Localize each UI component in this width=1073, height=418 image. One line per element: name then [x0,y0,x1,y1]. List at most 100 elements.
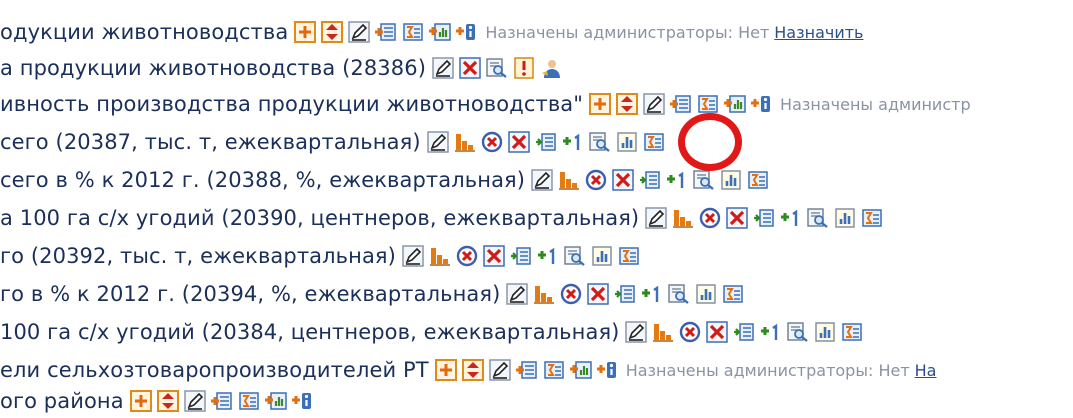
cancel-circle-icon[interactable] [456,245,478,267]
bar-stats-icon[interactable] [652,321,674,343]
delete-icon[interactable] [726,207,748,229]
assign-link[interactable]: На [915,361,937,380]
row-label[interactable]: ого района [0,389,124,413]
row-label[interactable]: сего в % к 2012 г. (20388, %, ежеквартал… [0,168,525,192]
chart-icon[interactable] [720,169,742,191]
add-chart-icon[interactable] [429,21,451,43]
cancel-circle-icon[interactable] [481,131,503,153]
sum-list-icon[interactable] [643,131,665,153]
add-list-icon[interactable] [516,359,538,381]
cancel-circle-icon[interactable] [585,169,607,191]
add-info-icon[interactable] [751,93,773,115]
row-label[interactable]: ели сельхозтоваропроизводителей РТ [0,358,429,382]
add-one-icon[interactable] [666,169,688,191]
assign-link[interactable]: Назначить [774,23,863,42]
edit-pencil-icon[interactable] [402,245,424,267]
add-plus-icon[interactable] [130,390,152,412]
indent-list-icon[interactable] [510,245,532,267]
add-one-icon[interactable] [562,131,584,153]
add-chart-icon[interactable] [570,359,592,381]
edit-pencil-icon[interactable] [645,207,667,229]
edit-pencil-icon[interactable] [531,169,553,191]
view-magnifier-icon[interactable] [486,57,508,79]
add-plus-icon[interactable] [589,93,611,115]
row-label[interactable]: 100 га с/х угодий (20384, центнеров, еже… [0,320,619,344]
move-up-down-icon[interactable] [321,21,343,43]
edit-pencil-icon[interactable] [432,57,454,79]
delete-icon[interactable] [706,321,728,343]
sum-list-icon[interactable] [618,245,640,267]
row-label[interactable]: а продукции животноводства (28386) [0,56,426,80]
warning-icon[interactable] [513,57,535,79]
sum-list-icon[interactable] [747,169,769,191]
sum-list-icon[interactable] [402,21,424,43]
indent-list-icon[interactable] [614,283,636,305]
cancel-circle-icon[interactable] [679,321,701,343]
edit-pencil-icon[interactable] [348,21,370,43]
add-list-icon[interactable] [211,390,233,412]
add-one-icon[interactable] [780,207,802,229]
add-info-icon[interactable] [456,21,478,43]
delete-icon[interactable] [483,245,505,267]
edit-pencil-icon[interactable] [643,93,665,115]
chart-icon[interactable] [834,207,856,229]
move-up-down-icon[interactable] [462,359,484,381]
indent-list-icon[interactable] [639,169,661,191]
view-magnifier-icon[interactable] [668,283,690,305]
indent-list-icon[interactable] [733,321,755,343]
bar-stats-icon[interactable] [533,283,555,305]
bar-stats-icon[interactable] [558,169,580,191]
view-magnifier-icon[interactable] [787,321,809,343]
row-label[interactable]: а 100 га с/х угодий (20390, центнеров, е… [0,206,639,230]
edit-pencil-icon[interactable] [625,321,647,343]
sum-list-icon[interactable] [722,283,744,305]
add-plus-icon[interactable] [435,359,457,381]
delete-icon[interactable] [459,57,481,79]
row-label[interactable]: го в % к 2012 г. (20394, %, ежеквартальн… [0,282,500,306]
sum-list-icon[interactable] [841,321,863,343]
row-label[interactable]: одукции животноводства [0,20,288,44]
view-magnifier-icon[interactable] [807,207,829,229]
chart-icon[interactable] [591,245,613,267]
bar-stats-icon[interactable] [454,131,476,153]
bar-stats-icon[interactable] [429,245,451,267]
add-one-icon[interactable] [641,283,663,305]
add-one-icon[interactable] [537,245,559,267]
cancel-circle-icon[interactable] [560,283,582,305]
view-magnifier-icon[interactable] [589,131,611,153]
add-chart-icon[interactable] [265,390,287,412]
move-up-down-icon[interactable] [157,390,179,412]
cancel-circle-icon[interactable] [699,207,721,229]
view-magnifier-icon[interactable] [693,169,715,191]
move-up-down-icon[interactable] [616,93,638,115]
chart-icon[interactable] [695,283,717,305]
delete-icon[interactable] [612,169,634,191]
indent-list-icon[interactable] [753,207,775,229]
edit-pencil-icon[interactable] [427,131,449,153]
indent-list-icon[interactable] [535,131,557,153]
chart-icon[interactable] [616,131,638,153]
edit-pencil-icon[interactable] [489,359,511,381]
sum-list-icon[interactable] [238,390,260,412]
row-label[interactable]: ивность производства продукции животново… [0,92,583,116]
delete-icon[interactable] [508,131,530,153]
add-list-icon[interactable] [375,21,397,43]
row-label[interactable]: сего (20387, тыс. т, ежеквартальная) [0,130,421,154]
user-icon[interactable] [540,57,562,79]
add-list-icon[interactable] [670,93,692,115]
sum-list-icon[interactable] [543,359,565,381]
row-label[interactable]: го (20392, тыс. т, ежеквартальная) [0,244,396,268]
bar-stats-icon[interactable] [672,207,694,229]
delete-icon[interactable] [587,283,609,305]
sum-list-icon[interactable] [861,207,883,229]
view-magnifier-icon[interactable] [564,245,586,267]
add-info-icon[interactable] [597,359,619,381]
chart-icon[interactable] [814,321,836,343]
add-chart-icon[interactable] [724,93,746,115]
edit-pencil-icon[interactable] [184,390,206,412]
add-info-icon[interactable] [292,390,314,412]
edit-pencil-icon[interactable] [506,283,528,305]
add-one-icon[interactable] [760,321,782,343]
add-plus-icon[interactable] [294,21,316,43]
sum-list-icon[interactable] [697,93,719,115]
